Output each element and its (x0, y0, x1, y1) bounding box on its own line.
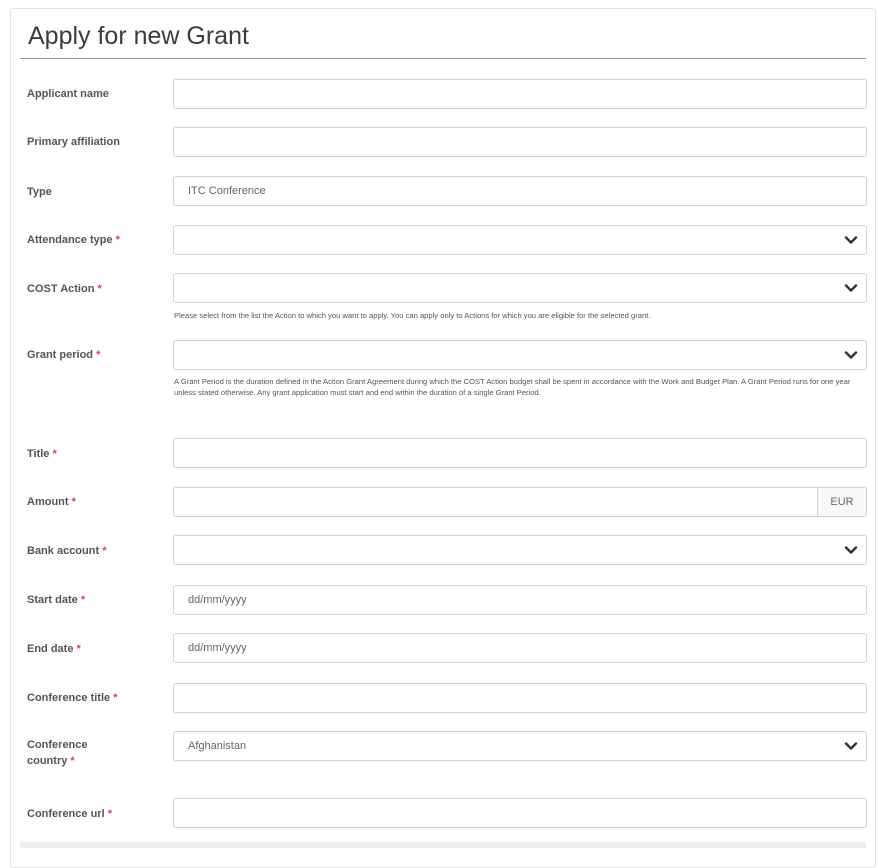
amount-input-group: EUR (173, 487, 867, 517)
title-field[interactable] (173, 438, 867, 468)
chevron-down-icon (844, 351, 858, 359)
conference-title-field[interactable] (173, 683, 867, 713)
amount-label: Amount * (27, 496, 76, 508)
conference-country-label: Conference country * (27, 739, 88, 767)
conference-url-field[interactable] (173, 798, 867, 828)
bank-account-select[interactable] (173, 535, 867, 565)
attendance-type-select[interactable] (173, 225, 867, 255)
chevron-down-icon (844, 742, 858, 750)
title-divider (20, 58, 866, 59)
grant-period-select[interactable] (173, 340, 867, 370)
grant-period-label: Grant period * (27, 349, 101, 361)
primary-affiliation-field[interactable] (173, 127, 867, 157)
currency-addon: EUR (817, 487, 867, 517)
conference-url-label: Conference url * (27, 808, 112, 820)
cost-action-label: COST Action * (27, 283, 102, 295)
end-date-label: End date * (27, 643, 81, 655)
chevron-down-icon (844, 546, 858, 554)
grant-period-help: A Grant Period is the duration defined i… (174, 377, 851, 397)
type-label: Type (27, 186, 52, 198)
chevron-down-icon (844, 284, 858, 292)
bank-account-label: Bank account * (27, 545, 107, 557)
amount-field[interactable] (173, 487, 817, 517)
section-divider (20, 842, 866, 848)
chevron-down-icon (844, 236, 858, 244)
title-label: Title * (27, 448, 57, 460)
start-date-label: Start date * (27, 594, 86, 606)
end-date-field[interactable] (173, 633, 867, 663)
attendance-type-label: Attendance type * (27, 234, 120, 246)
type-field[interactable] (173, 176, 867, 206)
conference-country-select[interactable]: Afghanistan (173, 731, 867, 761)
conference-country-value: Afghanistan (188, 740, 247, 752)
applicant-name-field[interactable] (173, 79, 867, 109)
cost-action-select[interactable] (173, 273, 867, 303)
primary-affiliation-label: Primary affiliation (27, 136, 120, 148)
cost-action-help: Please select from the list the Action t… (174, 311, 651, 320)
conference-title-label: Conference title * (27, 692, 118, 704)
applicant-name-label: Applicant name (27, 88, 109, 100)
page-title: Apply for new Grant (28, 22, 249, 50)
start-date-field[interactable] (173, 585, 867, 615)
